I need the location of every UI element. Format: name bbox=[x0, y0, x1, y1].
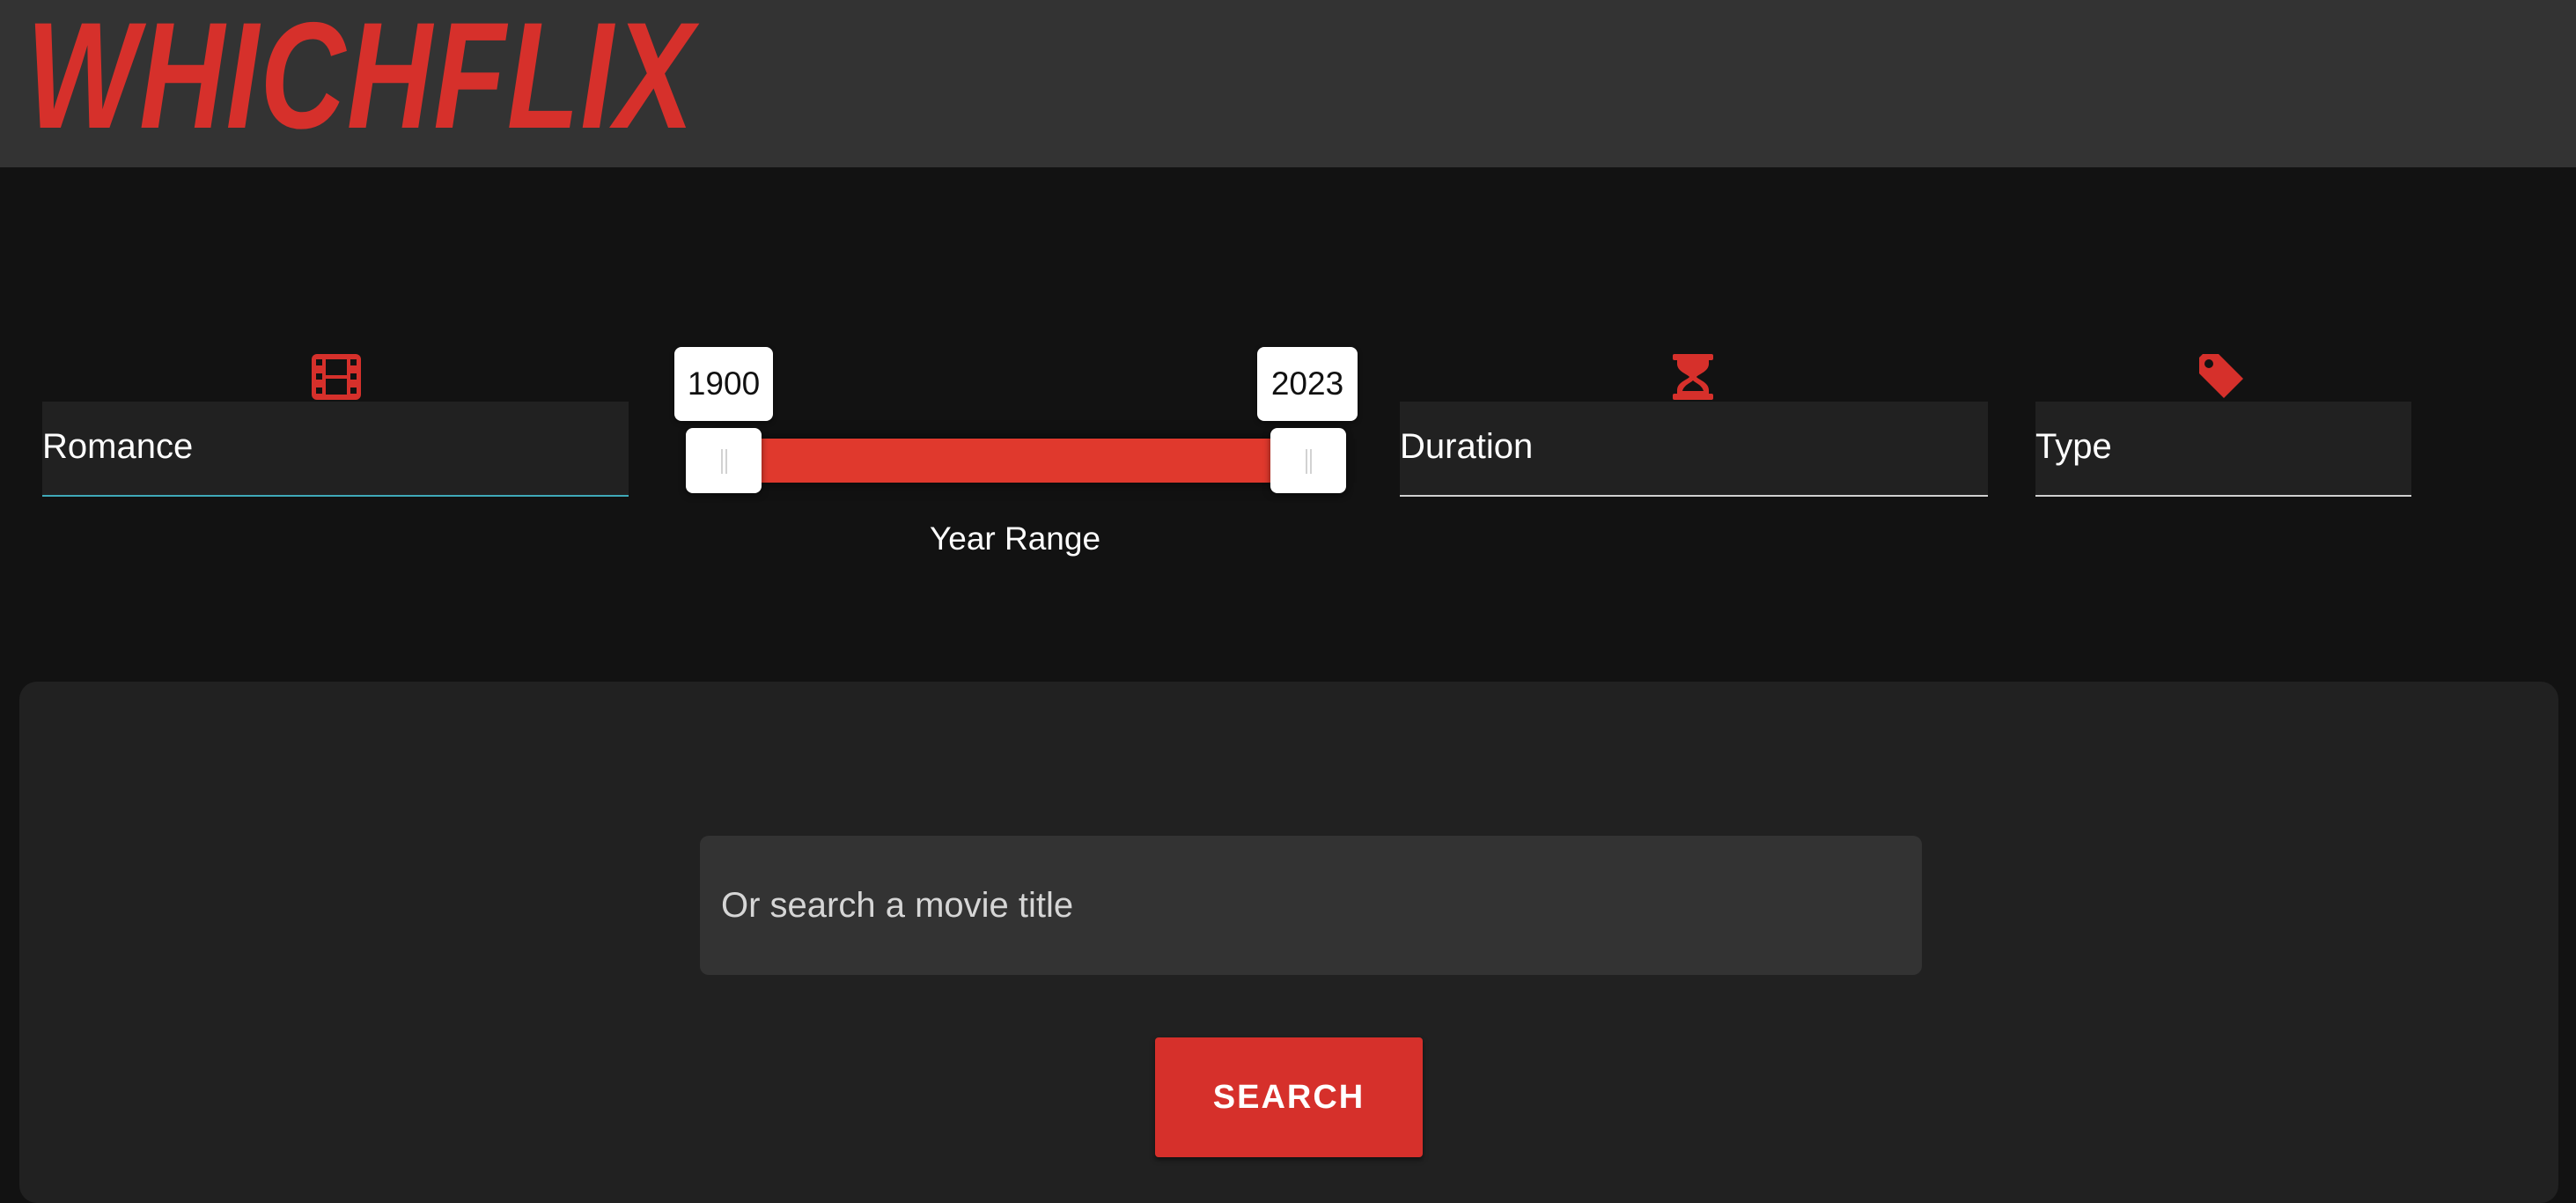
genre-select-value: Romance bbox=[42, 427, 194, 466]
duration-select[interactable]: Duration bbox=[1400, 402, 1988, 497]
year-min-handle[interactable] bbox=[686, 428, 762, 493]
search-button[interactable]: SEARCH bbox=[1155, 1037, 1423, 1157]
year-min-tooltip: 1900 bbox=[674, 347, 773, 421]
year-max-handle[interactable] bbox=[1270, 428, 1346, 493]
app-header: WHICHFLIX bbox=[0, 0, 2576, 167]
film-icon bbox=[310, 352, 363, 402]
movie-title-search-input[interactable] bbox=[700, 836, 1922, 975]
year-max-tooltip: 2023 bbox=[1257, 347, 1358, 421]
tag-icon bbox=[2196, 352, 2247, 402]
year-range-track[interactable] bbox=[722, 439, 1338, 483]
genre-select[interactable]: Romance bbox=[42, 402, 629, 497]
year-range-label: Year Range bbox=[929, 520, 1101, 557]
type-select[interactable]: Type bbox=[2035, 402, 2411, 497]
duration-select-value: Duration bbox=[1400, 427, 1534, 466]
hourglass-icon bbox=[1667, 352, 1719, 402]
whichflix-logo[interactable]: WHICHFLIX bbox=[26, 0, 695, 151]
type-select-value: Type bbox=[2035, 427, 2112, 466]
